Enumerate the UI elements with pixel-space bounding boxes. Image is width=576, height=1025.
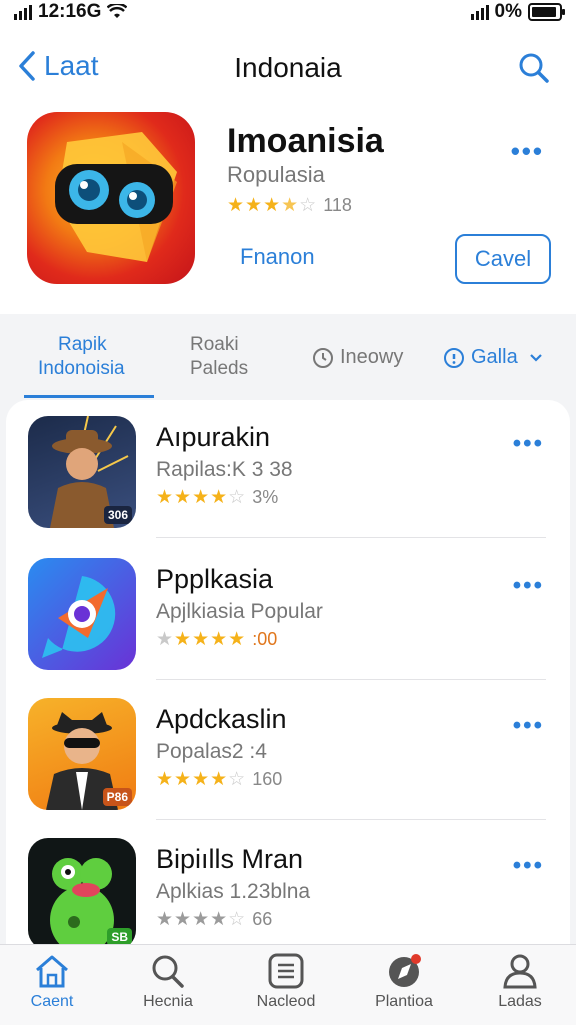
tabbar-label: Caent [30,993,74,1010]
app-icon[interactable]: P86 [28,698,136,810]
app-name: Aıpurakin [156,422,271,452]
tab-label: Paleds [190,358,249,379]
tabbar-item-search[interactable]: Hecnia [118,953,218,1011]
app-subtitle: Popalas2 :4 [156,740,267,763]
app-icon[interactable]: 306 [28,416,136,528]
app-name: Imoanisia [227,122,384,160]
signal-icon [14,4,32,20]
tabbar-item-home[interactable]: Caent [2,953,102,1011]
divider [156,537,546,538]
star-rating: ★★★★★ [156,629,247,650]
more-options-button[interactable]: ••• [513,852,544,880]
tab-galla[interactable]: Galla [443,345,543,369]
more-options-button[interactable]: ••• [513,712,544,740]
rating-count: 66 [252,909,273,929]
star-rating: ★★★★☆ [156,487,247,508]
app-icon[interactable]: SB [28,838,136,950]
info-icon [443,347,465,369]
divider [156,679,546,680]
list-icon [268,953,304,989]
list-item[interactable]: P86 Apdckaslin Popalas2 :4 ★★★★☆ 160 ••• [6,682,570,820]
tab-label: Roaki [190,334,239,355]
app-subtitle: Ropulasia [227,162,325,187]
compass-icon [389,954,421,987]
tab-rapik-indonoisia[interactable]: Rapik Indonoisia [38,333,125,381]
app-badge: 306 [103,506,132,524]
tab-ineowy[interactable]: Ineowy [312,345,403,369]
tab-indicator [24,395,154,398]
app-rating: ★★★★☆ 3% [156,486,278,509]
more-options-button[interactable]: ••• [511,136,544,167]
app-name: Apdckaslin [156,704,287,734]
search-button[interactable] [518,52,550,89]
list-item[interactable]: Ppplkasia Apjlkiasia Popular ★★★★★:00 ••… [6,542,570,680]
tabbar-label: Nacleod [256,993,316,1010]
wifi-icon [107,4,128,18]
battery-percent: 0% [494,1,522,22]
clock-icon [312,347,334,369]
bottom-tab-bar: Caent Hecnia Nacleod Plantioa Ladas [0,944,576,1025]
tabbar-item-compass[interactable]: Plantioa [354,953,454,1011]
tabbar-item-profile[interactable]: Ladas [470,953,570,1011]
app-subtitle: Aplkias 1.23blna [156,880,311,903]
star-rating: ★★★★☆ [156,769,247,790]
app-subtitle: Rapilas:K 3 38 [156,458,293,481]
tab-label: Rapik [58,334,107,355]
search-icon [519,53,549,83]
tabbar-label: Plantioa [375,993,433,1010]
star-rating: ★★★★☆ [227,195,318,216]
status-bar: 12:16G 0% [0,0,576,26]
tabbar-label: Ladas [498,993,542,1010]
rating-count: 118 [323,195,352,215]
tab-label: Ineowy [340,346,404,368]
signal-icon [470,4,489,20]
app-name: Bipiılls Mran [156,844,304,874]
app-rating: ★★★★☆ 160 [156,768,282,791]
tabbar-item-list[interactable]: Nacleod [236,953,336,1011]
app-subtitle: Apjlkiasia Popular [156,600,323,623]
tab-label: Galla [471,346,518,368]
person-icon [503,954,537,989]
carrier-text: 12:16G [38,1,102,22]
more-options-button[interactable]: ••• [513,430,544,458]
battery-icon [528,3,565,21]
navigation-bar: Laat Indonaia [0,40,576,96]
rating-count: :00 [252,629,278,649]
app-name: Ppplkasia [156,564,274,594]
star-rating: ★★★★☆ [156,909,247,930]
app-rating: ★★★★★:00 [156,628,277,651]
search-icon [152,955,184,988]
list-item[interactable]: SB Bipiılls Mran Aplkias 1.23blna ★★★★☆ 6… [6,822,570,960]
app-rating: ★★★★☆ 66 [156,908,272,931]
rating-count: 3% [252,487,279,507]
app-rating: ★★★★☆ 118 [227,194,352,217]
tab-label: Indonoisia [38,358,125,379]
app-badge: P86 [102,788,132,806]
featured-app: Imoanisia Ropulasia ★★★★☆ 118 Fnanon •••… [0,104,576,314]
tab-roaki-paleds[interactable]: Roaki Paleds [190,333,248,381]
divider [156,819,546,820]
tabbar-label: Hecnia [143,993,193,1010]
app-list: 306 Aıpurakin Rapilas:K 3 38 ★★★★☆ 3% •••… [6,400,570,960]
chevron-down-icon [530,354,543,362]
more-options-button[interactable]: ••• [513,572,544,600]
home-icon [36,955,68,988]
app-icon[interactable] [28,558,136,670]
developer-link[interactable]: Fnanon [240,244,315,270]
app-icon[interactable] [27,112,195,284]
rating-count: 160 [252,769,283,789]
get-button[interactable]: Cavel [455,234,551,284]
list-item[interactable]: 306 Aıpurakin Rapilas:K 3 38 ★★★★☆ 3% ••• [6,400,570,538]
page-title: Indonaia [234,52,342,83]
